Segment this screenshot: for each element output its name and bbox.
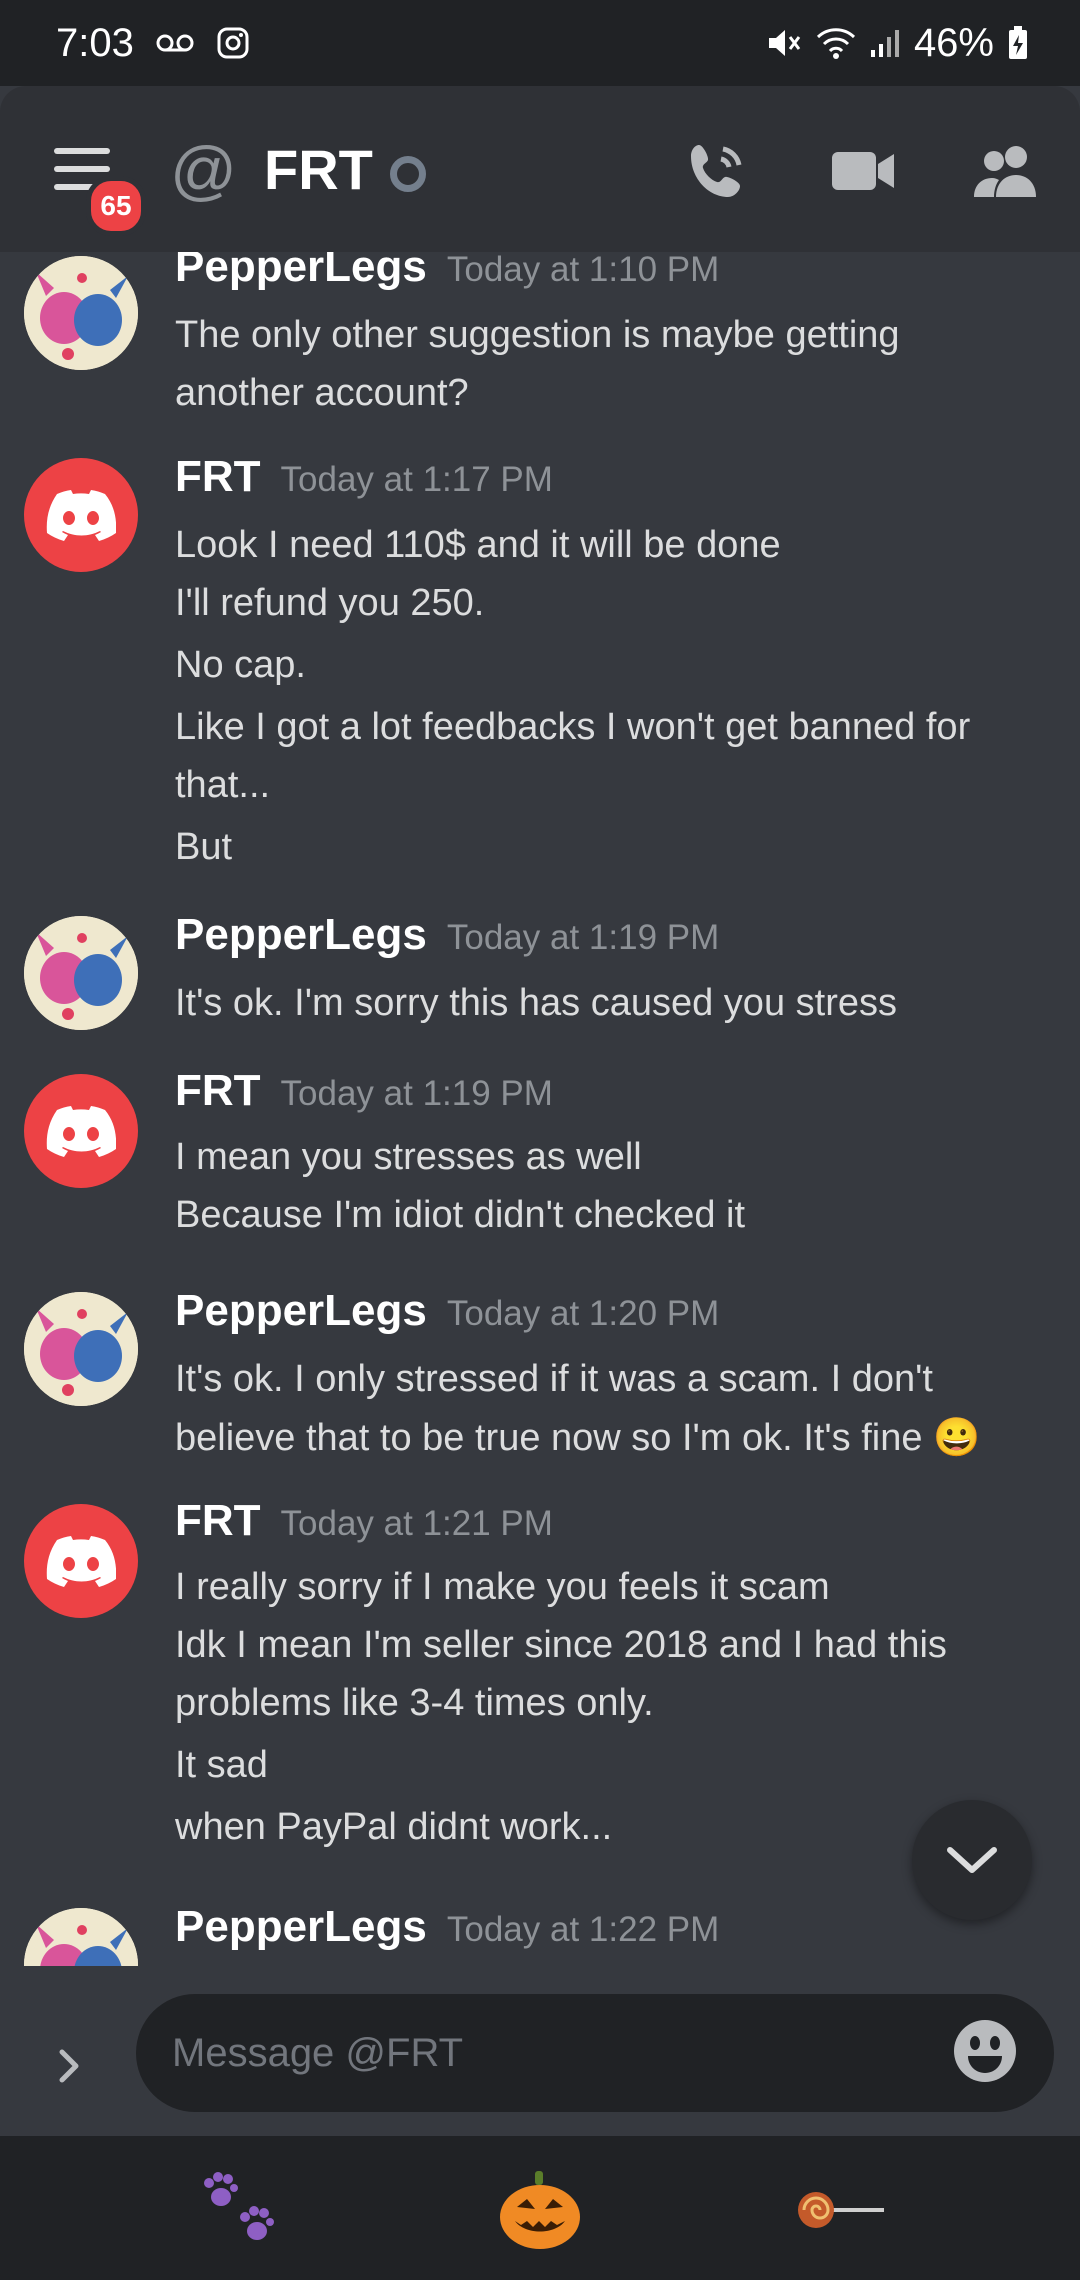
message-line: I mean you stresses as well xyxy=(175,1136,642,1178)
chevron-down-icon xyxy=(947,1847,997,1873)
timestamp: Today at 1:20 PM xyxy=(446,1294,720,1333)
message-header: PepperLegs Today at 1:22 PM xyxy=(175,1902,719,1952)
message-composer: Message @FRT xyxy=(0,1966,1080,2136)
author-name[interactable]: PepperLegs xyxy=(175,1902,427,1952)
video-camera-icon xyxy=(832,152,894,190)
message-line: when PayPal didnt work... xyxy=(175,1806,613,1848)
message-list[interactable]: PepperLegs Today at 1:10 PM The only oth… xyxy=(0,252,1080,1966)
bottom-dock xyxy=(0,2136,1080,2280)
discord-logo-avatar[interactable] xyxy=(24,1074,138,1188)
unread-badge: 65 xyxy=(86,176,146,236)
lollipop-icon[interactable] xyxy=(790,2162,890,2258)
stitch-angel-avatar[interactable] xyxy=(24,256,138,370)
battery-charging-icon xyxy=(1008,26,1028,60)
message-header: PepperLegs Today at 1:10 PM xyxy=(175,252,719,292)
message-line: It's ok. I'm sorry this has caused you s… xyxy=(175,982,897,1024)
message-line: But xyxy=(175,826,233,868)
timestamp: Today at 1:22 PM xyxy=(446,1910,720,1949)
stitch-angel-avatar[interactable] xyxy=(24,916,138,1030)
message-line: that... xyxy=(175,764,271,806)
smiley-face-icon xyxy=(954,2020,1016,2082)
stitch-angel-avatar[interactable] xyxy=(24,1292,138,1406)
people-icon xyxy=(974,146,1036,197)
paw-prints-icon[interactable] xyxy=(190,2162,290,2258)
clock: 7:03 xyxy=(56,20,134,65)
discord-logo-avatar[interactable] xyxy=(24,1504,138,1618)
message-header: FRT Today at 1:17 PM xyxy=(175,452,553,502)
message-header: PepperLegs Today at 1:20 PM xyxy=(175,1286,719,1336)
message-line: It sad xyxy=(175,1744,268,1786)
message-line: Like I got a lot feedbacks I won't get b… xyxy=(175,706,971,748)
timestamp: Today at 1:19 PM xyxy=(446,918,720,957)
expand-actions-button[interactable] xyxy=(50,2046,90,2086)
message-line: I'll refund you 250. xyxy=(175,582,485,624)
message-header: FRT Today at 1:21 PM xyxy=(175,1496,553,1546)
message-header: FRT Today at 1:19 PM xyxy=(175,1066,553,1116)
chevron-right-icon xyxy=(59,2049,79,2083)
video-call-button[interactable] xyxy=(828,136,898,206)
stitch-angel-avatar[interactable] xyxy=(24,1908,138,1966)
author-name[interactable]: FRT xyxy=(175,452,261,502)
timestamp: Today at 1:17 PM xyxy=(280,460,553,499)
timestamp: Today at 1:10 PM xyxy=(446,252,720,289)
mute-icon xyxy=(766,26,802,60)
status-bar: 7:03 46% xyxy=(0,0,1080,86)
instagram-icon xyxy=(216,26,250,60)
emoji-button[interactable] xyxy=(950,2016,1020,2086)
member-list-button[interactable] xyxy=(972,136,1042,206)
message-line: It's ok. I only stressed if it was a sca… xyxy=(175,1358,933,1400)
discord-logo-avatar[interactable] xyxy=(24,458,138,572)
jump-to-latest-button[interactable] xyxy=(912,1800,1032,1920)
message-line: problems like 3-4 times only. xyxy=(175,1682,654,1724)
author-name[interactable]: FRT xyxy=(175,1066,261,1116)
signal-icon xyxy=(870,28,900,58)
message-line: Idk I mean I'm seller since 2018 and I h… xyxy=(175,1624,947,1666)
message-line: believe that to be true now so I'm ok. I… xyxy=(175,1417,981,1459)
message-input[interactable]: Message @FRT xyxy=(136,1994,1054,2112)
author-name[interactable]: PepperLegs xyxy=(175,1286,427,1336)
message-line: No cap. xyxy=(175,644,306,686)
battery-percent: 46% xyxy=(913,20,994,65)
voice-call-button[interactable] xyxy=(682,136,752,206)
author-name[interactable]: PepperLegs xyxy=(175,910,427,960)
jack-o-lantern-icon[interactable] xyxy=(490,2162,590,2258)
message-line: Because I'm idiot didn't checked it xyxy=(175,1194,746,1236)
timestamp: Today at 1:21 PM xyxy=(280,1504,553,1543)
channel-header: 65 @ FRT xyxy=(0,86,1080,252)
message-line: I really sorry if I make you feels it sc… xyxy=(175,1566,830,1608)
voicemail-icon xyxy=(156,33,194,53)
message-header: PepperLegs Today at 1:19 PM xyxy=(175,910,719,960)
author-name[interactable]: FRT xyxy=(175,1496,261,1546)
message-line: The only other suggestion is maybe getti… xyxy=(175,314,900,356)
message-line: Look I need 110$ and it will be done xyxy=(175,524,781,566)
timestamp: Today at 1:19 PM xyxy=(280,1074,553,1113)
author-name[interactable]: PepperLegs xyxy=(175,252,427,292)
phone-call-icon xyxy=(691,145,742,197)
wifi-icon xyxy=(816,27,856,59)
channel-name[interactable]: FRT xyxy=(264,138,373,202)
offline-status-icon xyxy=(390,156,426,192)
message-line: another account? xyxy=(175,372,469,414)
at-sign-icon: @ xyxy=(170,133,237,207)
